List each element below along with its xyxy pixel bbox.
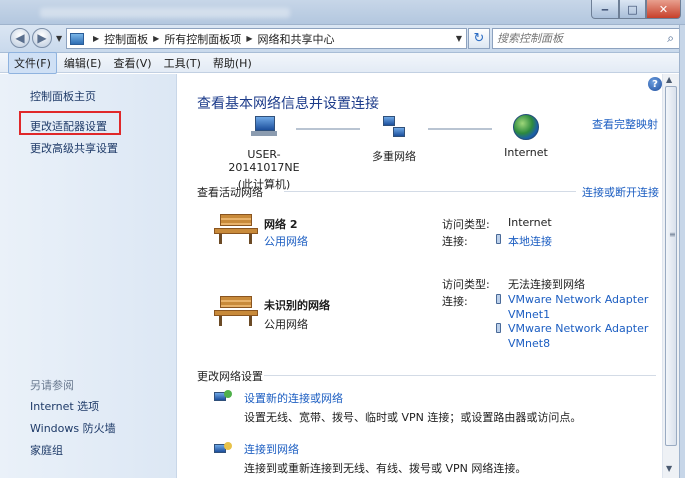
active-networks-heading: 查看活动网络 (197, 186, 263, 199)
adapter-icon (496, 234, 501, 244)
sidebar-link-homegroup[interactable]: 家庭组 (30, 442, 63, 458)
task-pane: 控制面板主页 更改适配器设置 更改高级共享设置 另请参阅 Internet 选项… (0, 74, 177, 478)
multiple-networks-icon (381, 116, 407, 140)
forward-arrow-icon: ▶ (37, 31, 47, 45)
refresh-icon: ↻ (473, 31, 485, 46)
connection-link-vmnet8-name[interactable]: VMnet8 (508, 337, 550, 350)
page-title: 查看基本网络信息并设置连接 (197, 96, 379, 112)
access-type-label: 访问类型: (442, 218, 490, 231)
computer-name: USER-20141017NE (228, 148, 300, 174)
adapter-icon (496, 323, 501, 333)
breadcrumb-network-center[interactable]: 网络和共享中心 (257, 31, 334, 47)
menu-help[interactable]: 帮助(H) (208, 53, 257, 73)
back-button[interactable]: ◀ (10, 28, 30, 48)
blurred-title (40, 8, 290, 18)
search-box[interactable]: ⌕ (492, 28, 680, 49)
see-also-heading: 另请参阅 (30, 379, 74, 392)
breadcrumb-control-panel[interactable]: 控制面板 (104, 31, 148, 47)
main-content: ? 查看基本网络信息并设置连接 查看完整映射 USER-20141017NE (… (178, 74, 662, 478)
menu-edit[interactable]: 编辑(E) (59, 53, 107, 73)
help-icon[interactable]: ? (648, 77, 662, 91)
network-name: 网络 2 (264, 218, 298, 231)
connection-label: 连接: (442, 295, 468, 308)
title-bar: ‒ □ ✕ (0, 0, 685, 25)
network-type: 公用网络 (264, 318, 308, 331)
setup-connection-link[interactable]: 设置新的连接或网络 (244, 390, 343, 406)
control-panel-icon (70, 32, 84, 45)
forward-button[interactable]: ▶ (32, 28, 52, 48)
globe-icon (513, 114, 539, 140)
back-arrow-icon: ◀ (15, 31, 25, 45)
minimize-button[interactable]: ‒ (591, 0, 619, 19)
menu-file[interactable]: 文件(F) (8, 51, 57, 74)
address-field[interactable]: ▶ 控制面板 ▶ 所有控制面板项 ▶ 网络和共享中心 ▼ (66, 28, 467, 49)
search-icon[interactable]: ⌕ (667, 31, 674, 46)
new-connection-icon (214, 390, 234, 406)
connection-link-vmnet1-name[interactable]: VMnet1 (508, 308, 550, 321)
breadcrumb-separator-icon[interactable]: ▶ (153, 34, 159, 43)
bench-icon (214, 296, 258, 328)
network-name: 未识别的网络 (264, 299, 330, 312)
menu-bar: 文件(F) 编辑(E) 查看(V) 工具(T) 帮助(H) (0, 51, 685, 74)
computer-icon (251, 116, 277, 136)
scroll-up-icon[interactable]: ▲ (666, 75, 672, 84)
recent-pages-dropdown[interactable]: ▼ (56, 34, 62, 43)
section-divider (264, 375, 656, 376)
multiple-networks-label: 多重网络 (372, 150, 416, 163)
maximize-button[interactable]: □ (619, 0, 646, 19)
map-node-internet[interactable]: Internet (496, 114, 556, 159)
access-type-label: 访问类型: (442, 278, 490, 291)
scroll-down-icon[interactable]: ▼ (666, 464, 672, 473)
scroll-grip-icon: ≡ (669, 230, 676, 239)
connection-link-vmnet8[interactable]: VMware Network Adapter (508, 322, 648, 335)
address-bar: ◀ ▶ ▼ ▶ 控制面板 ▶ 所有控制面板项 ▶ 网络和共享中心 ▼ ↻ ⌕ (0, 25, 685, 53)
network-type-link[interactable]: 公用网络 (264, 233, 308, 249)
sidebar-link-firewall[interactable]: Windows 防火墙 (30, 420, 116, 436)
map-connector (428, 128, 492, 130)
connect-network-desc: 连接到或重新连接到无线、有线、拨号或 VPN 网络连接。 (244, 462, 527, 475)
bench-icon (214, 214, 258, 246)
menu-tools[interactable]: 工具(T) (159, 53, 206, 73)
internet-label: Internet (504, 146, 548, 159)
connect-network-icon (214, 442, 234, 458)
menu-view[interactable]: 查看(V) (108, 53, 156, 73)
sidebar-link-adapter-settings[interactable]: 更改适配器设置 (30, 118, 107, 134)
sidebar-link-home[interactable]: 控制面板主页 (30, 88, 96, 104)
sidebar-link-internet-options[interactable]: Internet 选项 (30, 398, 99, 414)
full-map-link[interactable]: 查看完整映射 (592, 116, 658, 132)
access-type-value: Internet (508, 216, 552, 229)
access-type-value: 无法连接到网络 (508, 278, 585, 291)
map-node-multiple-networks[interactable]: 多重网络 (364, 116, 424, 164)
breadcrumb-separator-icon[interactable]: ▶ (246, 34, 252, 43)
scroll-thumb[interactable] (665, 86, 677, 446)
connection-link-vmnet1[interactable]: VMware Network Adapter (508, 293, 648, 306)
window-frame-edge (679, 25, 685, 478)
setup-connection-desc: 设置无线、宽带、拨号、临时或 VPN 连接；或设置路由器或访问点。 (244, 411, 582, 424)
section-divider (284, 191, 576, 192)
connection-label: 连接: (442, 235, 468, 248)
breadcrumb-separator-icon[interactable]: ▶ (93, 34, 99, 43)
search-input[interactable] (497, 29, 672, 48)
change-settings-heading: 更改网络设置 (197, 370, 263, 383)
connection-link-local[interactable]: 本地连接 (508, 233, 552, 249)
refresh-button[interactable]: ↻ (468, 28, 490, 49)
sidebar-link-advanced-sharing[interactable]: 更改高级共享设置 (30, 140, 118, 156)
connect-disconnect-link[interactable]: 连接或断开连接 (582, 184, 659, 200)
map-connector (296, 128, 360, 130)
adapter-icon (496, 294, 501, 304)
address-dropdown-icon[interactable]: ▼ (456, 34, 462, 43)
breadcrumb-all-items[interactable]: 所有控制面板项 (164, 31, 241, 47)
connect-network-link[interactable]: 连接到网络 (244, 441, 299, 457)
close-button[interactable]: ✕ (646, 0, 681, 19)
vertical-scrollbar[interactable]: ▲ ≡ ▼ (662, 74, 679, 478)
